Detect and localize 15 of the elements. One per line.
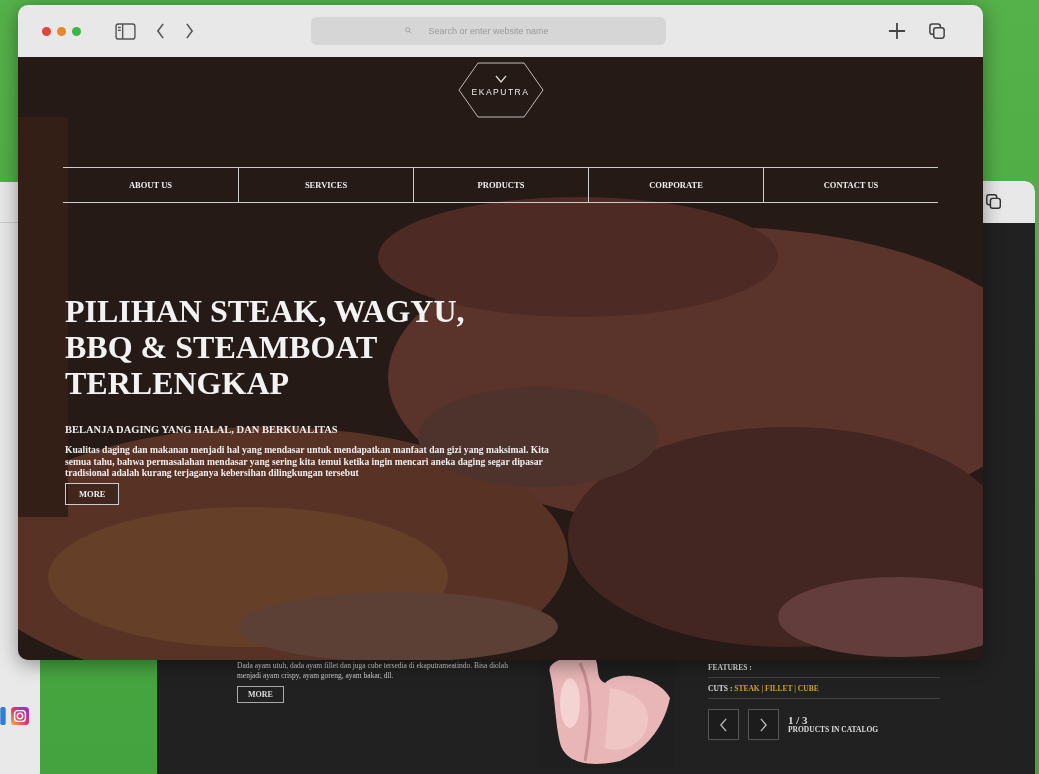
tabs-icon[interactable]: [928, 21, 947, 41]
search-icon: [405, 27, 412, 34]
page-counter: 1 / 3: [788, 714, 808, 727]
more-button[interactable]: MORE: [237, 685, 284, 703]
instagram-icon[interactable]: [11, 707, 29, 725]
back-icon[interactable]: [156, 23, 165, 39]
close-icon[interactable]: [42, 26, 51, 36]
next-button[interactable]: [748, 709, 779, 740]
new-tab-icon[interactable]: [888, 22, 906, 40]
tabs-icon[interactable]: [985, 193, 1003, 211]
forward-icon[interactable]: [185, 23, 194, 39]
sidebar-icon[interactable]: [115, 22, 136, 40]
previous-button[interactable]: [708, 709, 739, 740]
chevron-left-icon: [719, 717, 728, 732]
chevron-right-icon: [759, 717, 768, 732]
